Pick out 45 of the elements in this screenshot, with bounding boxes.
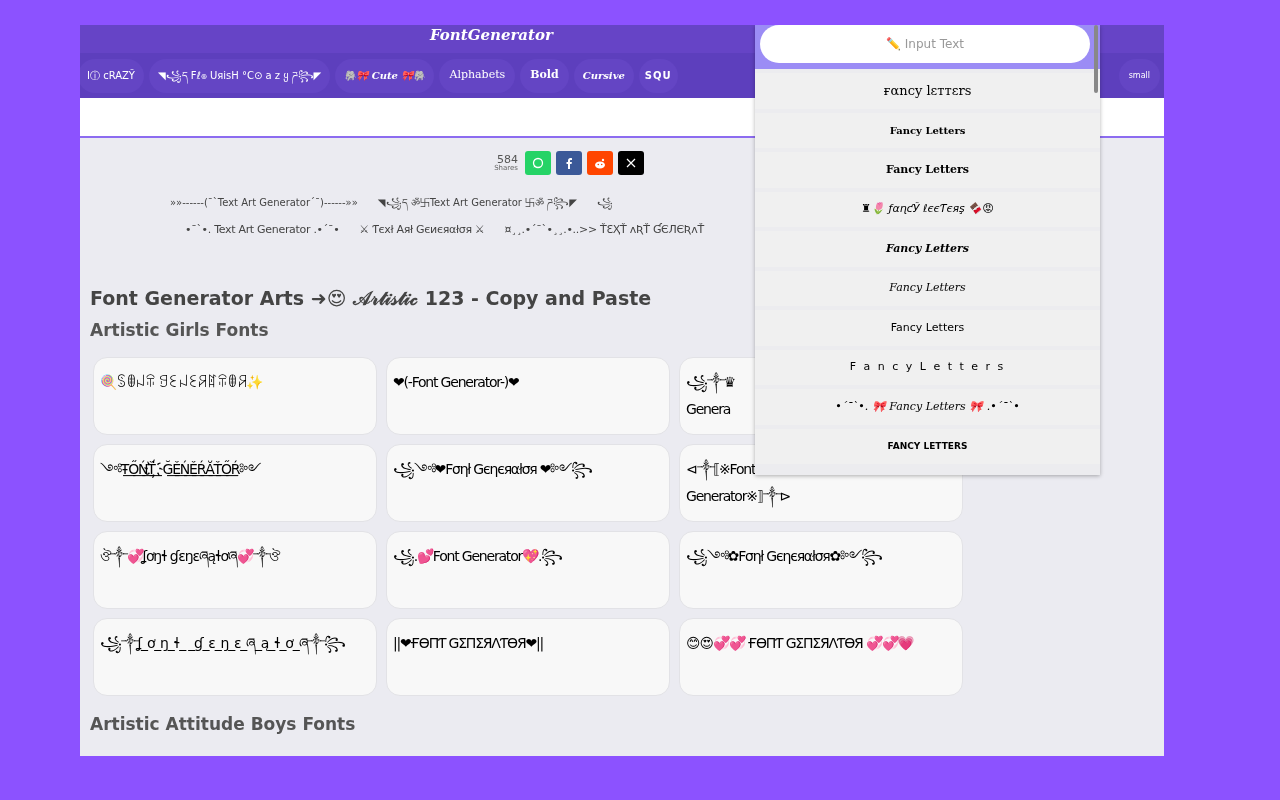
text-art-link[interactable]: •¯`•. Text Art Generator .•´¯• bbox=[185, 222, 340, 239]
font-style-card[interactable]: ꧁.💕Font Generator💖.꧂ bbox=[386, 530, 670, 609]
share-count: 584 bbox=[497, 154, 518, 165]
category-pill[interactable]: Iⓘ ᴄRAZY̆ bbox=[80, 58, 144, 93]
font-style-card[interactable]: 😊😍💞💞 ҒӨПƬ GΣПΣЯΛƬӨЯ 💞💞💗 bbox=[679, 617, 963, 696]
font-style-card[interactable]: ||❤ҒӨПƬ GΣПΣЯΛƬӨЯ❤|| bbox=[386, 617, 670, 696]
style-option[interactable]: Fancy Letters bbox=[755, 270, 1100, 306]
category-pill[interactable]: Bold bbox=[520, 58, 569, 93]
text-art-link[interactable]: ¤¸¸.•´¯`•¸¸.•..>> ŤƐҲŤ ʌƦŤ ƓЄЛЄƦʌŤ bbox=[504, 222, 704, 239]
site-logo[interactable]: FontGenerator bbox=[430, 25, 553, 45]
font-style-card[interactable]: ༺Ŧ͟Ő͟Ń͟Ť͟ ҉Ğ͟Ě͟Ń͟Ě͟Ŕ͟Ă͟Ť͟Ő͟Ŕ༻ bbox=[93, 443, 377, 522]
font-style-card[interactable]: ঔ༒💞ʆơŋɬ ɠɛŋɛཞąɬơཞ💞༒ঔ bbox=[93, 530, 377, 609]
reddit-icon bbox=[594, 157, 606, 169]
category-pill[interactable]: small bbox=[1118, 58, 1160, 93]
share-button[interactable] bbox=[556, 151, 582, 175]
category-pill[interactable]: SQU bbox=[638, 58, 678, 93]
section-heading: Artistic Girls Fonts bbox=[90, 319, 269, 342]
style-option[interactable]: ♜🌷 ƒαɳƈЎ ℓєєƬєяş 🍫😡 bbox=[755, 191, 1100, 227]
text-art-link[interactable]: ꧁ bbox=[596, 195, 613, 210]
style-option[interactable]: Fancy Letters bbox=[755, 112, 1100, 148]
category-pill[interactable]: ◥꧁ད Fℓ๏ UяisН °C⊙ a z ყ ཌ꧂◤ bbox=[148, 58, 331, 93]
style-option[interactable]: Fancy Letters bbox=[755, 310, 1100, 346]
category-pill[interactable]: Cursive bbox=[573, 58, 634, 93]
style-option[interactable]: Fancy Letters bbox=[755, 231, 1100, 267]
category-pill[interactable]: Alphabets bbox=[439, 58, 516, 93]
text-art-link[interactable]: ⚔ Ƭєxł Aяł Gєиєяαłσя ⚔ bbox=[359, 222, 485, 239]
font-style-card[interactable]: ❤(-Font Generator-)❤ bbox=[386, 356, 670, 435]
style-option[interactable]: FANCY LETTERS bbox=[755, 428, 1100, 464]
font-style-card[interactable]: ꧁༺✿Fσηł Gєηєяαłσя✿༻꧂ bbox=[679, 530, 963, 609]
text-art-link[interactable]: »»------(¯`Text Art Generator´¯)------»» bbox=[170, 195, 358, 210]
font-style-card[interactable]: ꧁༒ʆ_ơ_ŋ_ɬ_ _ɠ_ɛ_ŋ_ɛ_ཞ_ą_ɬ_ơ_ཞ༒꧂ bbox=[93, 617, 377, 696]
share-button[interactable] bbox=[618, 151, 644, 175]
x-logo-icon bbox=[626, 158, 636, 168]
page-heading: Font Generator Arts ➜😍 𝒜𝓇𝓉𝒾𝓈𝓉𝒾𝒸 123 - Copy and Paste bbox=[90, 285, 652, 311]
facebook-icon bbox=[565, 157, 573, 169]
section-heading: Artistic Attitude Boys Fonts bbox=[90, 712, 356, 736]
style-option[interactable]: •´¯`•. 🎀 Fancy Letters 🎀 .•´¯`• bbox=[755, 389, 1100, 425]
scrollbar-thumb[interactable] bbox=[1094, 25, 1098, 93]
style-option[interactable]: F a n c y L e t t e r s bbox=[755, 349, 1100, 385]
text-art-link[interactable]: ◥꧁ད ॐ卐Text Art Generator 卐ॐ ཌ꧂◤ bbox=[377, 195, 577, 210]
text-input-field[interactable]: ✏ Input Text bbox=[760, 25, 1090, 63]
style-option[interactable]: ғαncy lεттεrs bbox=[755, 73, 1100, 109]
font-style-card[interactable]: 🍭ꌗꂦꈤꋖ ꍌꏂꈤꏂꋪꍏꋖꂦꋪ✨ bbox=[93, 356, 377, 435]
font-style-card[interactable]: ꧁༺❤Fσηł Gєηєяαłσя ❤༻꧂ bbox=[386, 443, 670, 522]
style-option[interactable]: Fancy Letters bbox=[755, 152, 1100, 188]
